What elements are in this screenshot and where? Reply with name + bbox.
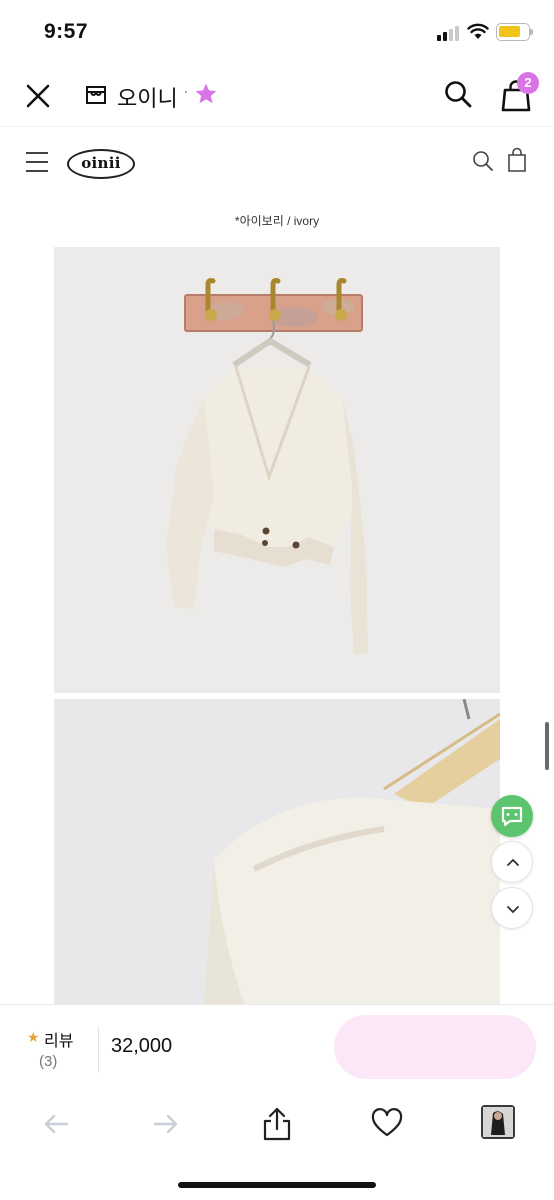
cardigan-photo: [54, 247, 500, 693]
home-indicator[interactable]: [178, 1182, 376, 1188]
site-nav: oinii: [0, 126, 554, 198]
review-label[interactable]: 리뷰: [44, 1027, 73, 1051]
review-star-icon: ★: [27, 1029, 40, 1045]
cart-icon[interactable]: [506, 147, 528, 173]
search-icon[interactable]: [471, 149, 495, 173]
chat-button[interactable]: [491, 795, 533, 837]
product-image-detail[interactable]: [54, 699, 500, 1004]
hamburger-icon[interactable]: [26, 152, 48, 174]
recent-item-thumbnail[interactable]: [481, 1105, 515, 1139]
review-count[interactable]: (3): [39, 1053, 57, 1070]
status-time: 9:57: [44, 20, 89, 43]
wifi-icon: [467, 23, 489, 39]
store-name[interactable]: 오이니: [117, 81, 178, 113]
product-image-front[interactable]: [54, 247, 500, 693]
purchase-bar: ★ 리뷰 (3) 32,000: [0, 1004, 554, 1092]
cart-count-badge: 2: [517, 72, 539, 94]
chevron-up-icon: [507, 858, 519, 866]
color-caption: *아이보리 / ivory: [234, 214, 320, 228]
buy-button[interactable]: [334, 1015, 536, 1079]
chevron-down-icon: [507, 906, 519, 914]
star-icon[interactable]: [193, 81, 219, 107]
app-header: 오이니 ·: [0, 66, 554, 126]
scrollbar[interactable]: [545, 722, 549, 770]
site-logo[interactable]: oinii: [67, 149, 135, 179]
scroll-down-button[interactable]: [491, 887, 533, 929]
close-icon[interactable]: [22, 80, 54, 112]
signal-icon: [437, 24, 461, 41]
battery-icon: [496, 23, 533, 41]
share-icon[interactable]: [261, 1106, 293, 1142]
separator: ·: [183, 81, 189, 101]
chat-icon: [501, 806, 523, 827]
price: 32,000: [111, 1035, 173, 1057]
cardigan-detail-photo: [54, 699, 500, 1004]
status-bar: 9:57: [0, 0, 554, 66]
search-icon[interactable]: [442, 78, 474, 110]
heart-icon[interactable]: [371, 1108, 403, 1138]
thumbnail-image: [481, 1105, 515, 1139]
back-arrow-icon[interactable]: [42, 1112, 70, 1136]
store-icon: [86, 86, 106, 104]
divider: [98, 1027, 99, 1073]
scroll-up-button[interactable]: [491, 841, 533, 883]
forward-arrow-icon[interactable]: [152, 1112, 180, 1136]
